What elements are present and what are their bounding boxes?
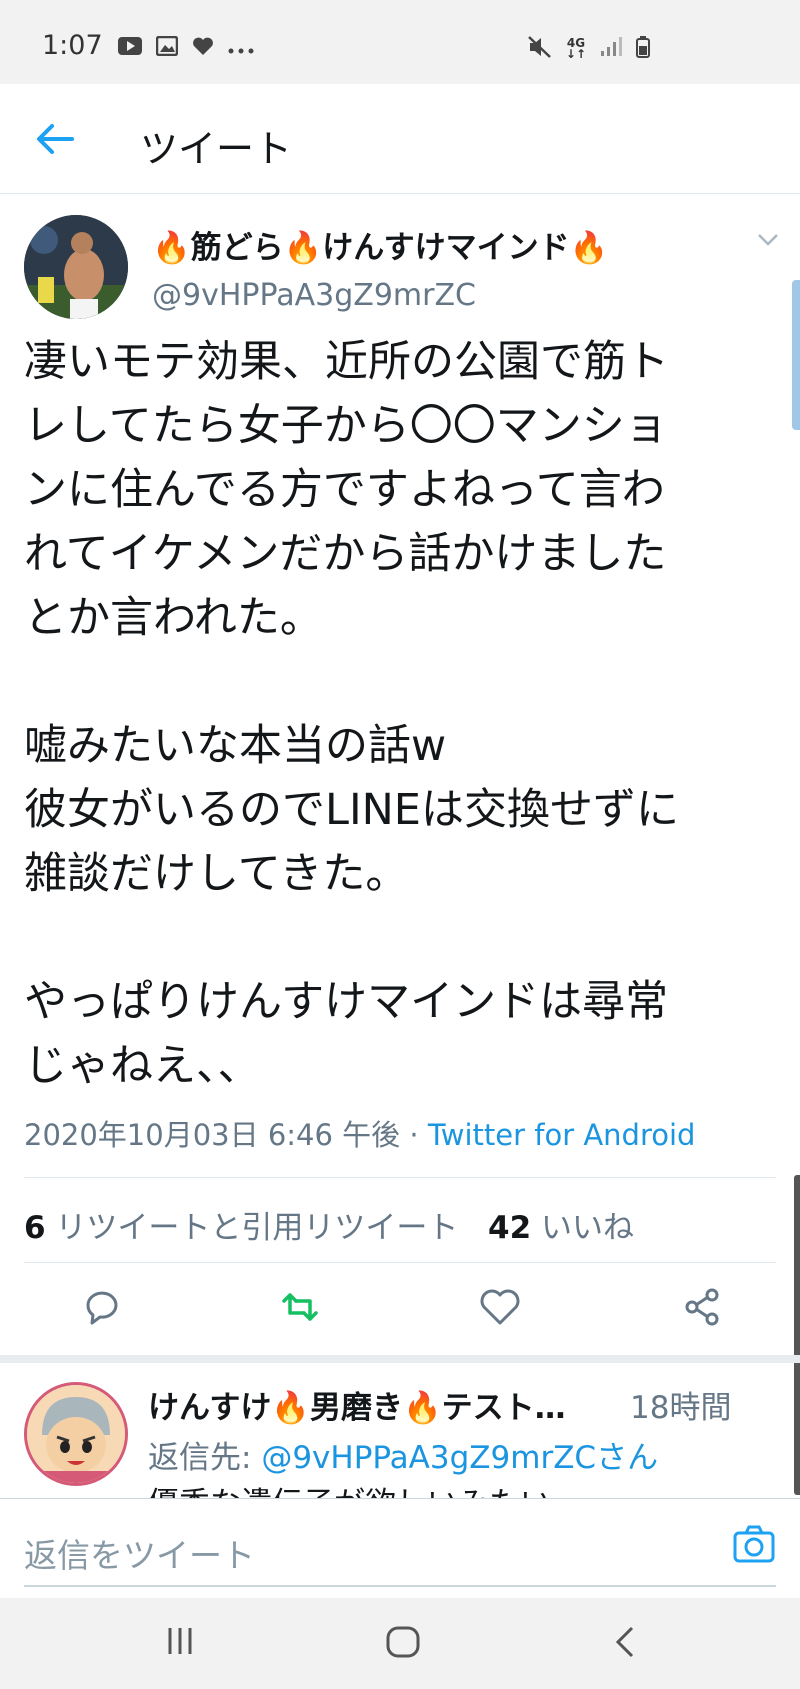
arrow-left-icon[interactable]	[36, 122, 74, 156]
gallery-icon	[155, 35, 179, 60]
reply-input[interactable]: 返信をツイート	[24, 1529, 255, 1577]
author-handle[interactable]: @9vHPPaA3gZ9mrZC	[152, 278, 476, 313]
reply-icon[interactable]	[80, 1285, 124, 1329]
system-nav-bar	[0, 1598, 800, 1689]
tweet-source-link[interactable]: Twitter for Android	[428, 1118, 696, 1152]
reply-to-prefix: 返信先:	[148, 1440, 262, 1476]
like-icon[interactable]	[478, 1285, 522, 1329]
divider	[24, 1262, 776, 1263]
share-icon[interactable]	[680, 1285, 724, 1329]
page-title: ツイート	[140, 127, 293, 171]
tweet-text: 凄いモテ効果、近所の公園で筋ト レしてたら女子から〇〇マンショ ンに住んでる方で…	[24, 330, 784, 1098]
chevron-down-icon[interactable]	[757, 232, 779, 246]
retweet-count[interactable]: 6	[24, 1210, 46, 1246]
reply-composer: 返信をツイート	[0, 1498, 800, 1598]
tweet-timestamp: 2020年10月03日 6:46 午後	[24, 1118, 401, 1152]
tweet-meta: 2020年10月03日 6:46 午後 · Twitter for Androi…	[24, 1112, 695, 1154]
more-dots-icon	[228, 39, 254, 58]
back-icon[interactable]	[614, 1626, 636, 1662]
retweet-icon[interactable]	[278, 1285, 322, 1329]
reply-text[interactable]: 優秀な遺伝子が欲しいみたい	[148, 1478, 551, 1498]
battery-icon	[636, 36, 650, 62]
meta-separator: ·	[400, 1118, 428, 1152]
like-count[interactable]: 42	[488, 1210, 531, 1246]
reply-author-name[interactable]: けんすけ🔥男磨き🔥テスト…	[148, 1382, 566, 1427]
reply-to-line: 返信先: @9vHPPaA3gZ9mrZCさん	[148, 1432, 658, 1477]
tweet-stats: 6 リツイートと引用リツイート 42 いいね	[24, 1202, 634, 1247]
signal-icon	[600, 37, 622, 61]
notification-icons	[118, 35, 254, 60]
scroll-indicator	[792, 280, 800, 430]
tweet-paragraph: 嘘みたいな本当の話w 彼女がいるのでLINEは交換せずに 雑談だけしてきた。	[24, 721, 679, 899]
youtube-icon	[118, 37, 142, 59]
divider	[24, 1177, 776, 1178]
reply-avatar[interactable]	[24, 1382, 128, 1486]
reply-time: 18時間	[630, 1390, 732, 1426]
mute-icon	[528, 36, 552, 62]
composer-underline	[24, 1585, 776, 1587]
tweet-paragraph: やっぱりけんすけマインドは尋常 じゃねえ、、	[24, 977, 669, 1091]
tweet-paragraph: 凄いモテ効果、近所の公園で筋ト レしてたら女子から〇〇マンショ ンに住んでる方で…	[24, 337, 669, 643]
status-bar: 1:07 4G ↓↑	[0, 0, 800, 84]
heart-icon	[192, 36, 214, 60]
app-header: ツイート	[0, 84, 800, 194]
section-divider	[0, 1355, 800, 1363]
recent-apps-icon[interactable]	[165, 1626, 195, 1660]
tweet-actions	[0, 1285, 800, 1345]
author-name[interactable]: 🔥筋どら🔥けんすけマインド🔥	[152, 222, 608, 267]
home-icon[interactable]	[386, 1626, 420, 1662]
retweet-label[interactable]: リツイートと引用リツイート	[55, 1210, 458, 1246]
network-type: 4G ↓↑	[565, 36, 586, 61]
avatar[interactable]	[24, 215, 128, 319]
status-time: 1:07	[42, 30, 103, 61]
camera-icon[interactable]	[733, 1525, 775, 1565]
reply-to-handle[interactable]: @9vHPPaA3gZ9mrZCさん	[261, 1440, 658, 1476]
system-icons: 4G ↓↑	[528, 36, 650, 62]
like-label[interactable]: いいね	[541, 1210, 634, 1246]
